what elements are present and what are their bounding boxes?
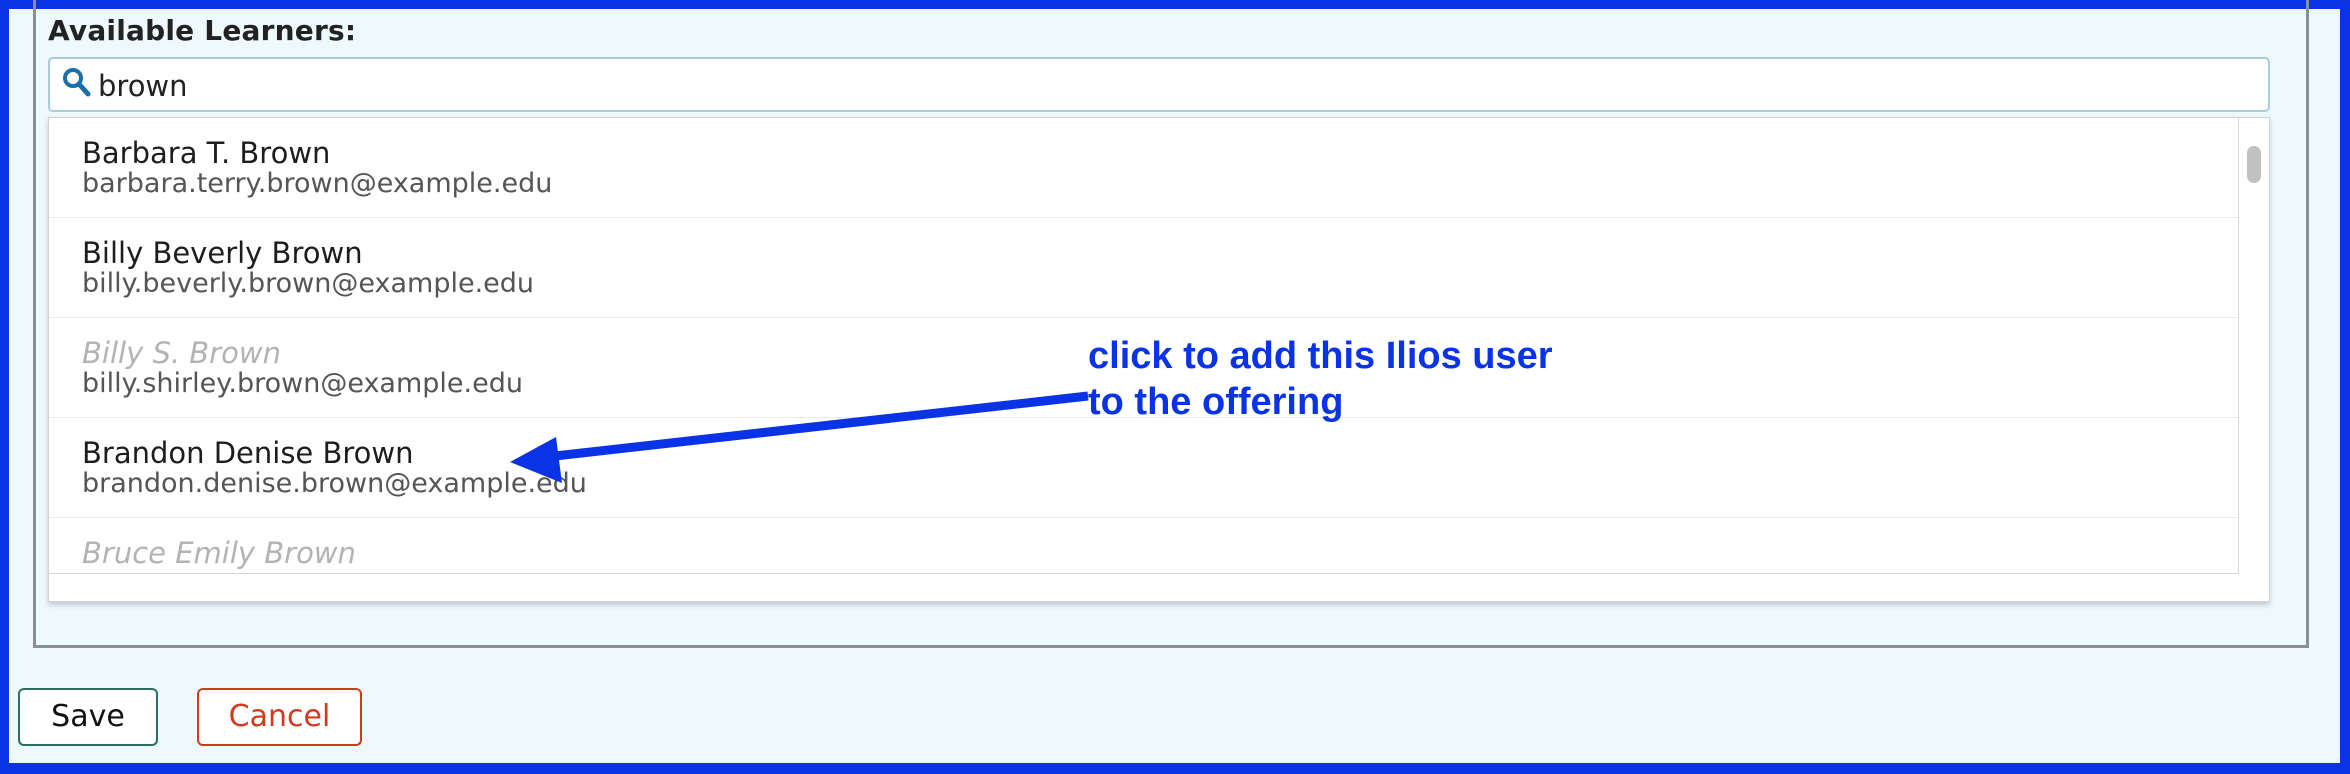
learner-email: billy.shirley.brown@example.edu — [82, 368, 523, 399]
list-item[interactable]: Brandon Denise Brown brandon.denise.brow… — [49, 418, 2238, 518]
learner-name: Bruce Emily Brown — [82, 536, 356, 570]
learner-email: billy.beverly.brown@example.edu — [82, 268, 535, 299]
annotation-callout-text: click to add this Ilios user to the offe… — [1088, 335, 1553, 423]
list-item-disabled: Bruce Emily Brown — [49, 518, 2238, 573]
learner-name: Billy Beverly Brown — [82, 236, 363, 270]
search-icon — [62, 67, 92, 101]
learner-name: Billy S. Brown — [82, 336, 281, 370]
learner-name: Brandon Denise Brown — [82, 436, 414, 470]
results-scrollbar[interactable] — [2239, 118, 2269, 574]
available-learners-label: Available Learners: — [48, 14, 357, 47]
learner-search-field[interactable]: brown — [48, 57, 2270, 112]
list-item[interactable]: Billy Beverly Brown billy.beverly.brown@… — [49, 218, 2238, 318]
learner-email: barbara.terry.brown@example.edu — [82, 168, 553, 199]
learner-email: brandon.denise.brown@example.edu — [82, 468, 587, 499]
cancel-button[interactable]: Cancel — [197, 688, 362, 746]
search-input[interactable]: brown — [98, 69, 188, 103]
list-item[interactable]: Barbara T. Brown barbara.terry.brown@exa… — [49, 118, 2238, 218]
save-button[interactable]: Save — [18, 688, 158, 746]
learner-name: Barbara T. Brown — [82, 136, 331, 170]
scrollbar-thumb[interactable] — [2247, 146, 2261, 183]
